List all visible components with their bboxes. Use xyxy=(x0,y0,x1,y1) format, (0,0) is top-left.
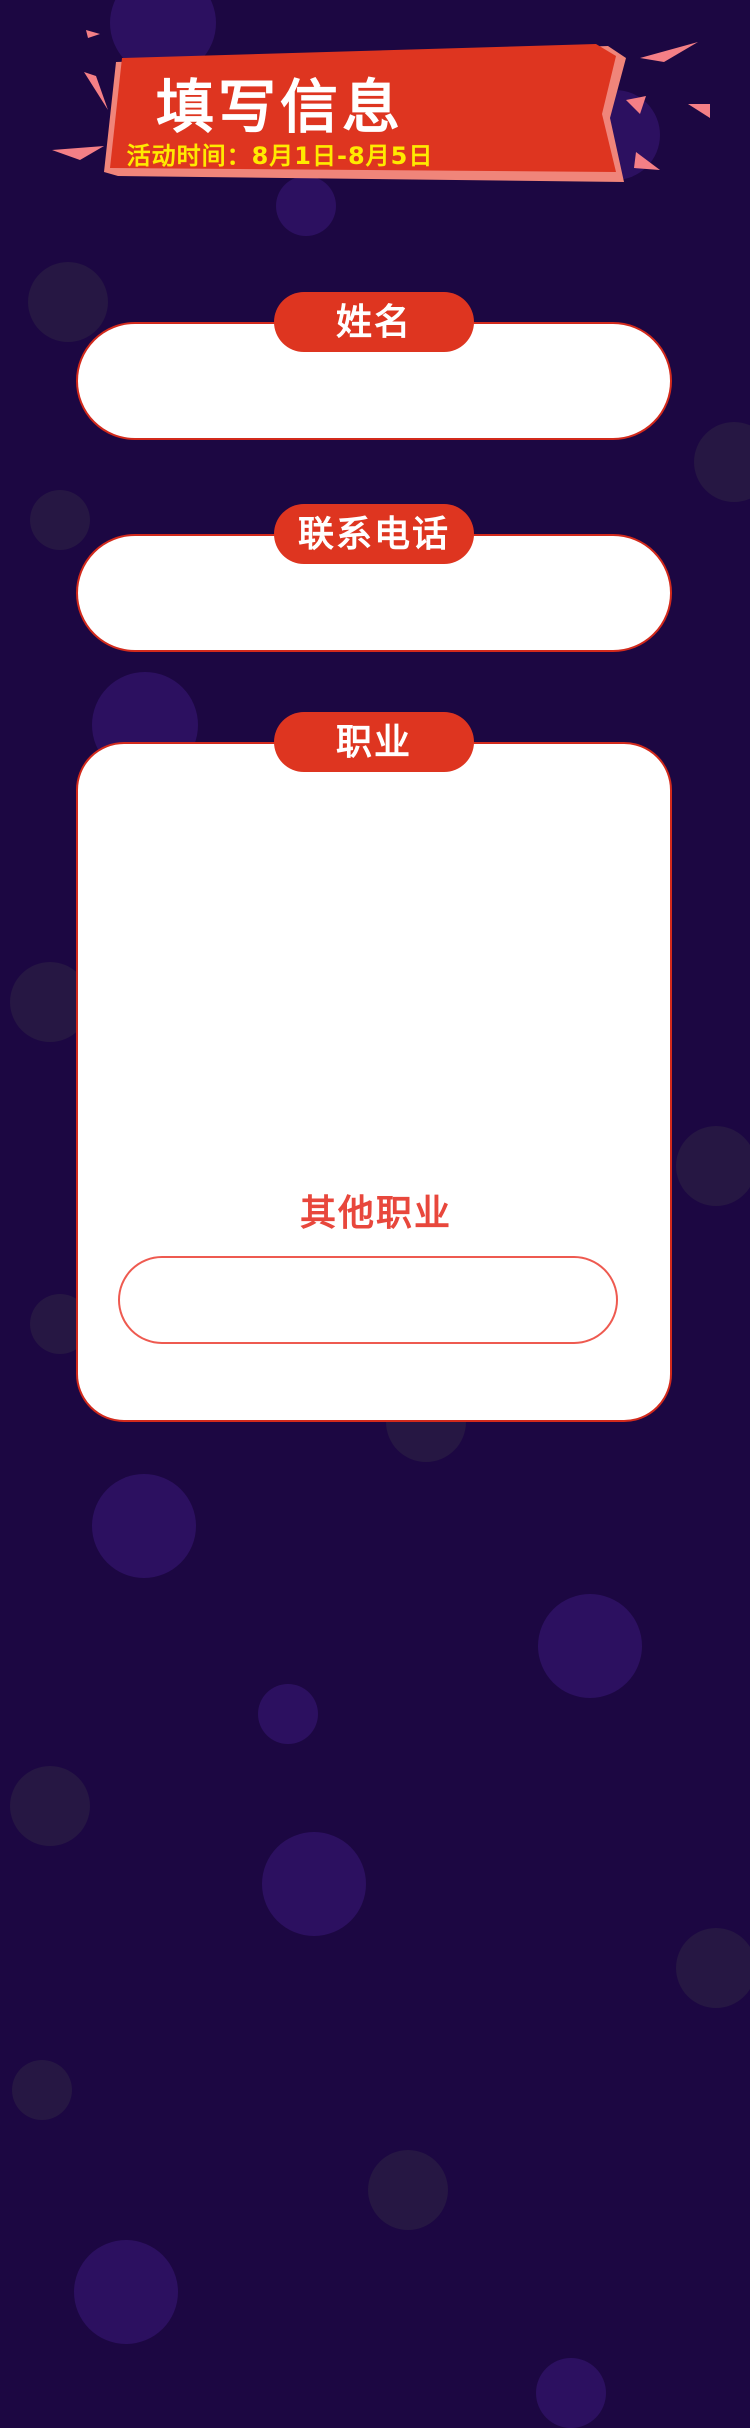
bubble xyxy=(676,1928,750,2008)
event-date: 活动时间：8月1日-8月5日 xyxy=(126,142,434,170)
bubble xyxy=(262,1832,366,1936)
header-banner: 填写信息 活动时间：8月1日-8月5日 xyxy=(0,0,750,200)
bubble xyxy=(92,1474,196,1578)
bubble xyxy=(10,1766,90,1846)
bubble xyxy=(28,262,108,342)
phone-input[interactable] xyxy=(118,564,630,624)
occupation-label: 职业 xyxy=(274,712,474,772)
bubble xyxy=(30,490,90,550)
bubble xyxy=(694,422,750,502)
name-input[interactable] xyxy=(118,352,630,412)
other-occupation-label: 其他职业 xyxy=(299,1192,452,1234)
name-label: 姓名 xyxy=(274,292,474,352)
other-occupation-input[interactable] xyxy=(118,1256,618,1344)
occupation-field-card: 其他职业 xyxy=(76,742,672,1422)
bubble xyxy=(74,2240,178,2344)
page-title: 填写信息 xyxy=(155,73,404,141)
bubble xyxy=(368,2150,448,2230)
bubble xyxy=(12,2060,72,2120)
bubble xyxy=(258,1684,318,1744)
bubble xyxy=(676,1126,750,1206)
bubble xyxy=(538,1594,642,1698)
occupation-options-area[interactable] xyxy=(108,784,640,1164)
phone-label: 联系电话 xyxy=(274,504,474,564)
